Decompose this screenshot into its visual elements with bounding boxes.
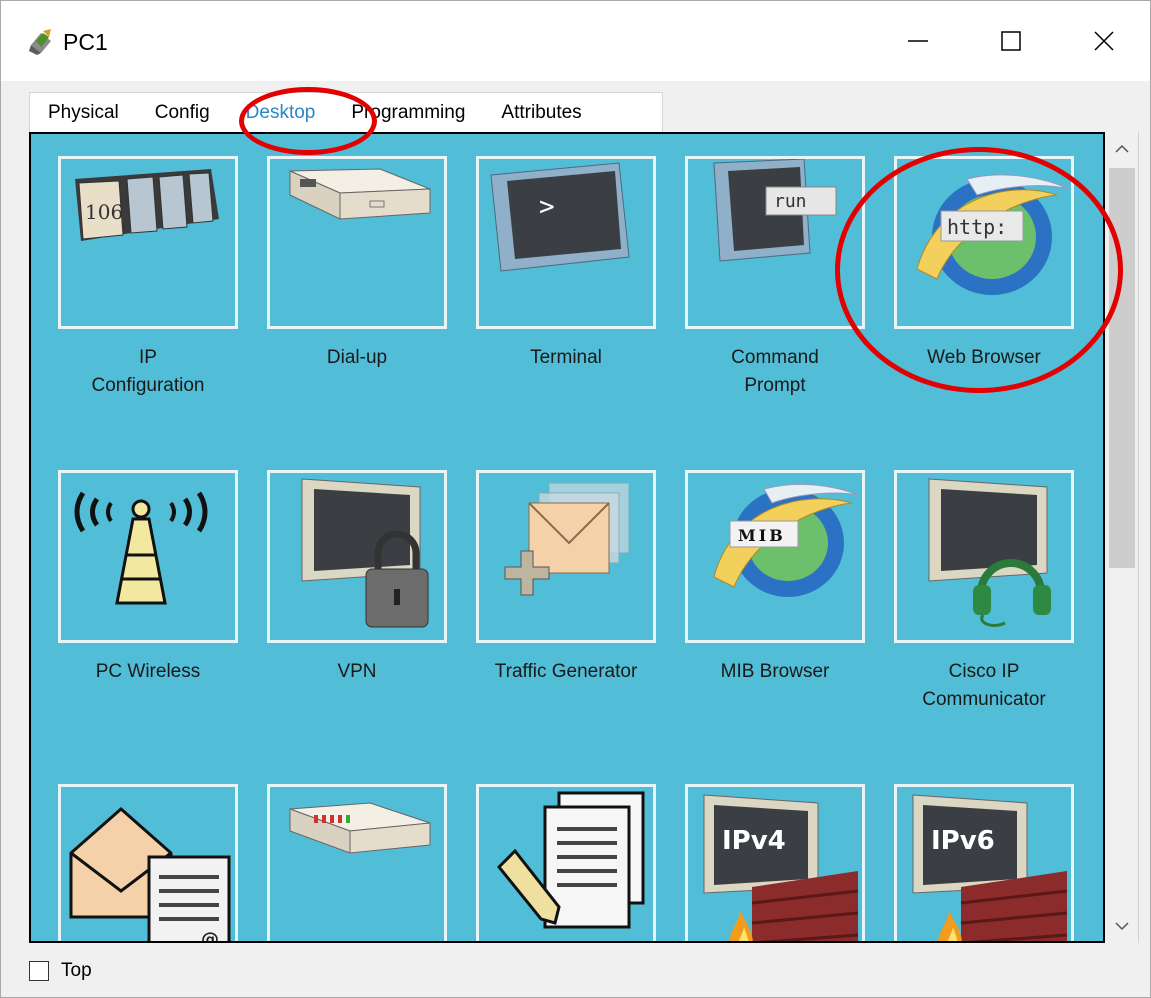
- tab-physical[interactable]: Physical: [30, 93, 137, 132]
- app-tile-label-line2: Communicator: [922, 689, 1046, 710]
- app-tile-label-line1: Dial-up: [326, 347, 388, 368]
- tab-programming[interactable]: Programming: [333, 93, 483, 132]
- app-tile-label-line1: Traffic Generator: [494, 661, 638, 682]
- ipv4-firewall-icon: IPv4: [703, 794, 859, 941]
- app-tile-label: VPN: [240, 658, 474, 686]
- icon-text: 106: [85, 200, 123, 224]
- app-tile-label: Terminal: [449, 344, 683, 372]
- app-tile-label: Web Browser: [867, 344, 1101, 372]
- app-tile-frame[interactable]: 106: [58, 156, 238, 329]
- app-tile-label-line1: Command: [731, 347, 819, 368]
- icon-text: run: [774, 191, 807, 212]
- scroll-down-button[interactable]: [1105, 909, 1139, 943]
- app-tile-label: Dial-up: [240, 344, 474, 372]
- app-tile-label: PC Wireless: [31, 658, 265, 686]
- scroll-up-button[interactable]: [1105, 132, 1139, 166]
- tab-attributes[interactable]: Attributes: [483, 93, 599, 132]
- pc-device-icon: [29, 29, 51, 55]
- icon-text: IPv6: [931, 826, 995, 856]
- app-tile-frame[interactable]: @: [58, 784, 238, 943]
- icon-text: http:: [947, 215, 1007, 239]
- vpn-lock-icon: [301, 478, 429, 628]
- ip-communicator-headset-icon: [928, 478, 1051, 627]
- app-tile-frame[interactable]: MIB: [685, 470, 865, 643]
- dial-up-modem-icon: [289, 168, 431, 220]
- app-tile-label: Traffic Generator: [449, 658, 683, 686]
- app-tile-label-line1: IP: [139, 347, 157, 368]
- pc1-window: PC1 Physical Config Desktop Programming …: [0, 0, 1151, 998]
- terminal-icon: >: [490, 162, 630, 272]
- traffic-generator-icon: [504, 482, 630, 596]
- icon-text: >: [539, 192, 555, 222]
- app-tile-frame[interactable]: [267, 470, 447, 643]
- tab-strip: Physical Config Desktop Programming Attr…: [29, 92, 663, 132]
- tab-desktop[interactable]: Desktop: [228, 93, 334, 132]
- app-tile-label-line1: VPN: [337, 661, 377, 682]
- icon-text: MIB: [738, 526, 786, 545]
- top-checkbox[interactable]: [29, 961, 49, 981]
- app-tile-frame[interactable]: [58, 470, 238, 643]
- app-tile-label-line1: Cisco IP: [948, 661, 1020, 682]
- close-button[interactable]: [1069, 15, 1139, 67]
- ipv6-firewall-icon: IPv6: [912, 794, 1068, 941]
- app-tile-frame[interactable]: [476, 470, 656, 643]
- app-tile-label-line1: PC Wireless: [95, 661, 201, 682]
- pppoe-dialer-icon: [289, 802, 431, 854]
- app-tile-frame[interactable]: [267, 156, 447, 329]
- command-prompt-icon: run: [713, 159, 837, 262]
- maximize-button[interactable]: [976, 15, 1046, 67]
- app-tile-frame[interactable]: >: [476, 156, 656, 329]
- ip-configuration-icon: 106: [75, 169, 219, 241]
- minimize-button[interactable]: [883, 15, 953, 67]
- icon-text: IPv4: [722, 826, 786, 856]
- app-tile-label: Cisco IP Communicator: [867, 658, 1101, 714]
- icon-text: @: [201, 929, 219, 943]
- app-tile-label: IP Configuration: [31, 344, 265, 400]
- app-tile-label: Command Prompt: [658, 344, 892, 400]
- app-tile-frame[interactable]: [267, 784, 447, 941]
- minimize-icon: [908, 40, 928, 42]
- wireless-tower-icon: [74, 491, 208, 605]
- app-tile-frame[interactable]: [894, 470, 1074, 643]
- window-title: PC1: [63, 29, 108, 55]
- close-icon: [1094, 31, 1114, 51]
- app-tile-label-line1: Web Browser: [927, 347, 1041, 368]
- email-icon: @: [69, 807, 231, 943]
- app-tile-label: MIB Browser: [658, 658, 892, 686]
- top-checkbox-label: Top: [61, 960, 92, 981]
- title-bar: PC1: [1, 1, 1150, 81]
- web-browser-icon: http:: [916, 174, 1070, 295]
- app-tile-frame[interactable]: IPv6: [894, 784, 1074, 941]
- maximize-icon: [1001, 31, 1021, 51]
- app-tile-label-line1: Terminal: [530, 347, 602, 368]
- app-tile-label-line2: Prompt: [744, 375, 806, 396]
- scroll-thumb[interactable]: [1109, 168, 1135, 568]
- app-tile-label-line1: MIB Browser: [720, 661, 830, 682]
- app-tile-frame[interactable]: run: [685, 156, 865, 329]
- app-tile-frame[interactable]: http:: [894, 156, 1074, 329]
- app-tile-frame[interactable]: [476, 784, 656, 941]
- chevron-down-icon: [1115, 922, 1129, 931]
- app-tile-frame[interactable]: IPv4: [685, 784, 865, 941]
- vertical-scrollbar[interactable]: [1105, 132, 1139, 943]
- mib-browser-icon: MIB: [713, 483, 859, 597]
- desktop-apps-panel: 106 IP Configuration Dial-up > Terminal run…: [29, 132, 1105, 943]
- text-editor-icon: [496, 791, 645, 929]
- tab-config[interactable]: Config: [137, 93, 228, 132]
- chevron-up-icon: [1115, 144, 1129, 153]
- app-tile-label-line2: Configuration: [91, 375, 205, 396]
